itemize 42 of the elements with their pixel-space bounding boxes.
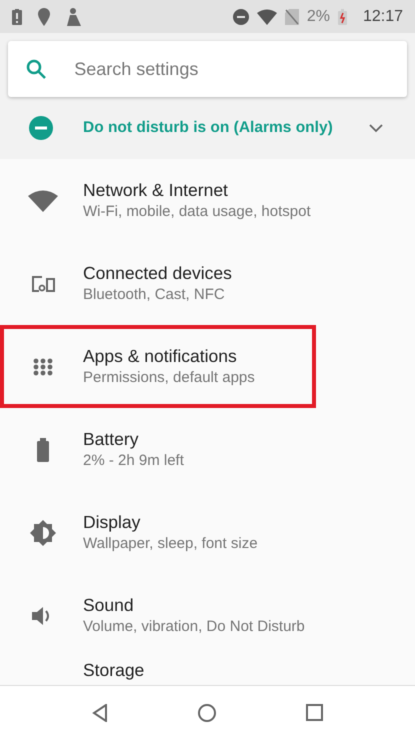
setting-title: Display bbox=[83, 512, 142, 534]
battery-low-icon bbox=[338, 8, 347, 24]
settings-item[interactable]: Network & Internet Wi-Fi, mobile, data usage, hotspot bbox=[0, 159, 415, 242]
do-not-disturb-icon bbox=[29, 116, 53, 140]
search-icon bbox=[26, 59, 46, 79]
back-icon[interactable] bbox=[92, 704, 108, 722]
setting-title: Battery bbox=[83, 428, 140, 451]
devices-icon bbox=[30, 274, 56, 292]
setting-subtitle: Bluetooth, Cast, NFC bbox=[83, 284, 226, 304]
setting-title: Connected devices bbox=[83, 262, 232, 285]
settings-item[interactable]: Apps & notifications Permissions, default apps bbox=[0, 325, 316, 408]
setting-subtitle: Volume, vibration, Do Not Disturb bbox=[83, 616, 305, 636]
setting-subtitle: 2% - 2h 9m left bbox=[83, 450, 184, 470]
settings-item[interactable]: Battery 2% - 2h 9m left bbox=[0, 408, 415, 491]
settings-item[interactable]: Sound Volume, vibration, Do Not Disturb bbox=[0, 574, 415, 657]
search-field[interactable]: Search settings bbox=[72, 54, 407, 84]
figure-icon bbox=[66, 8, 82, 26]
settings-item[interactable]: Connected devices Bluetooth, Cast, NFC bbox=[0, 242, 415, 325]
home-icon[interactable] bbox=[196, 702, 217, 722]
settings-item[interactable]: Display Wallpaper, sleep, font size bbox=[0, 491, 415, 574]
chevron-down-icon[interactable] bbox=[369, 123, 383, 133]
setting-title: Apps & notifications bbox=[83, 346, 238, 368]
setting-subtitle: Wallpaper, sleep, font size bbox=[83, 534, 258, 554]
battery-percent: 2% bbox=[306, 6, 330, 26]
apps-grid-icon bbox=[33, 358, 53, 376]
brightness-icon bbox=[30, 520, 56, 546]
setting-title: Sound bbox=[83, 594, 135, 617]
search-bar[interactable]: Search settings bbox=[8, 41, 407, 97]
wifi-icon bbox=[256, 8, 277, 24]
setting-subtitle: Wi-Fi, mobile, data usage, hotspot bbox=[83, 202, 311, 222]
recents-icon[interactable] bbox=[306, 704, 323, 721]
setting-title: Storage bbox=[83, 660, 144, 682]
do-not-disturb-icon bbox=[232, 8, 249, 24]
pin-icon bbox=[38, 8, 50, 26]
battery-alert-icon bbox=[12, 8, 22, 24]
status-time: 12:17 bbox=[362, 6, 403, 26]
no-sim-icon bbox=[284, 8, 299, 24]
setting-title: Network & Internet bbox=[83, 180, 229, 202]
setting-subtitle: Permissions, default apps bbox=[83, 368, 255, 388]
wifi-icon bbox=[28, 190, 58, 212]
settings-item[interactable]: Storage bbox=[0, 657, 415, 685]
battery-icon bbox=[37, 438, 49, 462]
